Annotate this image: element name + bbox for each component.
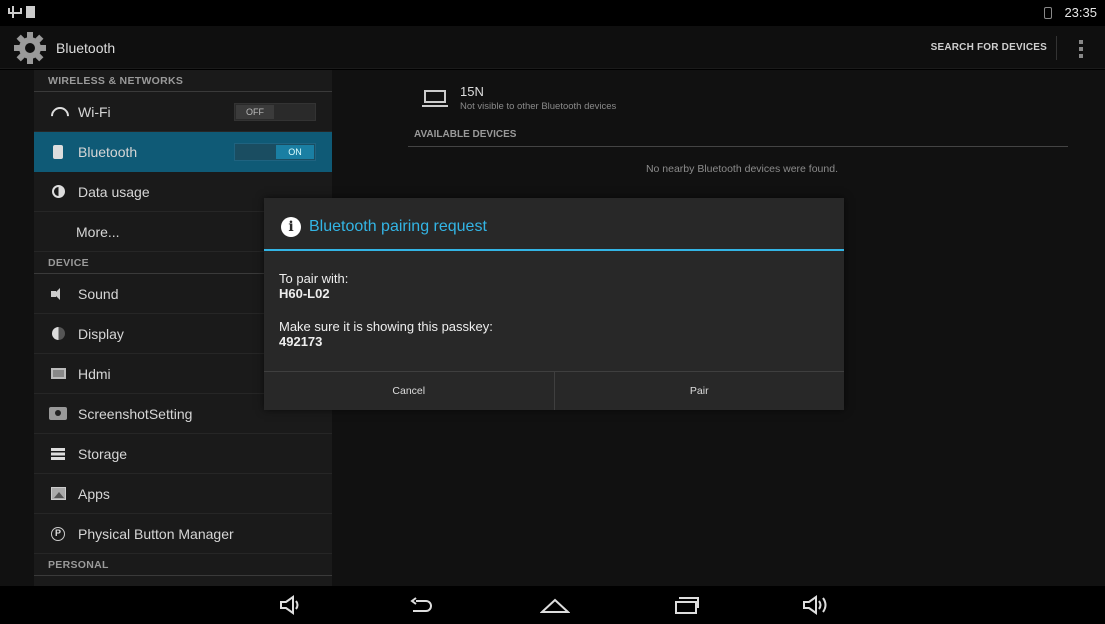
cancel-button[interactable]: Cancel — [264, 372, 555, 410]
wifi-toggle[interactable]: OFF — [234, 103, 316, 121]
hdmi-icon — [50, 368, 66, 379]
category-wireless-networks: WIRELESS & NETWORKS — [34, 70, 332, 92]
device-visibility-status: Not visible to other Bluetooth devices — [460, 101, 617, 112]
sidebar-item-apps[interactable]: Apps — [34, 474, 332, 514]
status-bar: 23:35 — [0, 0, 1105, 26]
sidebar-item-label: Apps — [78, 485, 110, 502]
display-icon — [51, 327, 65, 340]
category-personal: PERSONAL — [34, 554, 332, 576]
page-title: Bluetooth — [56, 40, 116, 56]
available-devices-divider — [408, 146, 1068, 147]
laptop-icon — [422, 90, 448, 107]
storage-icon — [51, 447, 65, 460]
data-usage-icon — [51, 185, 65, 198]
dialog-body: To pair with: H60-L02 Make sure it is sh… — [279, 271, 493, 349]
home-icon[interactable] — [540, 594, 570, 616]
navigation-bar — [0, 586, 1105, 624]
apps-icon — [50, 487, 66, 500]
pair-with-label: To pair with: — [279, 271, 349, 286]
sound-icon — [51, 287, 65, 300]
wifi-toggle-state: OFF — [236, 105, 274, 119]
overflow-menu-icon[interactable] — [1079, 40, 1083, 58]
device-name: 15N — [460, 84, 484, 99]
sidebar-item-physical-button-manager[interactable]: P Physical Button Manager — [34, 514, 332, 554]
sidebar-item-bluetooth[interactable]: Bluetooth ON — [34, 132, 332, 172]
pair-device-name: H60-L02 — [279, 286, 330, 301]
dialog-title-bar: i Bluetooth pairing request — [264, 198, 844, 251]
bluetooth-status-icon — [1044, 6, 1053, 19]
dialog-buttons: Cancel Pair — [264, 371, 844, 410]
volume-down-icon[interactable] — [279, 594, 303, 616]
pairing-dialog: i Bluetooth pairing request To pair with… — [264, 198, 844, 410]
wifi-icon — [51, 107, 65, 117]
search-for-devices-button[interactable]: SEARCH FOR DEVICES — [931, 42, 1047, 53]
recent-apps-icon[interactable] — [672, 594, 700, 616]
settings-gear-icon[interactable] — [12, 30, 48, 66]
dialog-title: Bluetooth pairing request — [309, 218, 487, 235]
this-device-row[interactable]: 15N Not visible to other Bluetooth devic… — [422, 84, 1062, 114]
bluetooth-toggle[interactable]: ON — [234, 143, 316, 161]
passkey-value: 492173 — [279, 334, 323, 349]
volume-up-icon[interactable] — [802, 594, 830, 616]
clock: 23:35 — [1064, 5, 1097, 20]
sidebar-item-label: Storage — [78, 445, 128, 462]
physical-button-icon: P — [51, 526, 65, 541]
usb-icon — [8, 5, 22, 19]
sidebar-item-label: Physical Button Manager — [78, 525, 234, 542]
passkey-label: Make sure it is showing this passkey: — [279, 319, 493, 334]
available-devices-header: AVAILABLE DEVICES — [414, 129, 517, 140]
bluetooth-toggle-state: ON — [276, 145, 314, 159]
bluetooth-icon — [53, 144, 63, 159]
sidebar-item-wifi[interactable]: Wi-Fi OFF — [34, 92, 332, 132]
sd-card-icon — [26, 6, 35, 18]
sidebar-item-storage[interactable]: Storage — [34, 434, 332, 474]
no-devices-message: No nearby Bluetooth devices were found. — [645, 163, 838, 175]
pair-button[interactable]: Pair — [555, 372, 845, 410]
info-icon: i — [281, 217, 301, 237]
camera-icon — [49, 407, 67, 420]
action-bar-divider — [1056, 36, 1057, 60]
back-icon[interactable] — [410, 594, 434, 616]
action-bar: Bluetooth SEARCH FOR DEVICES — [0, 26, 1105, 69]
